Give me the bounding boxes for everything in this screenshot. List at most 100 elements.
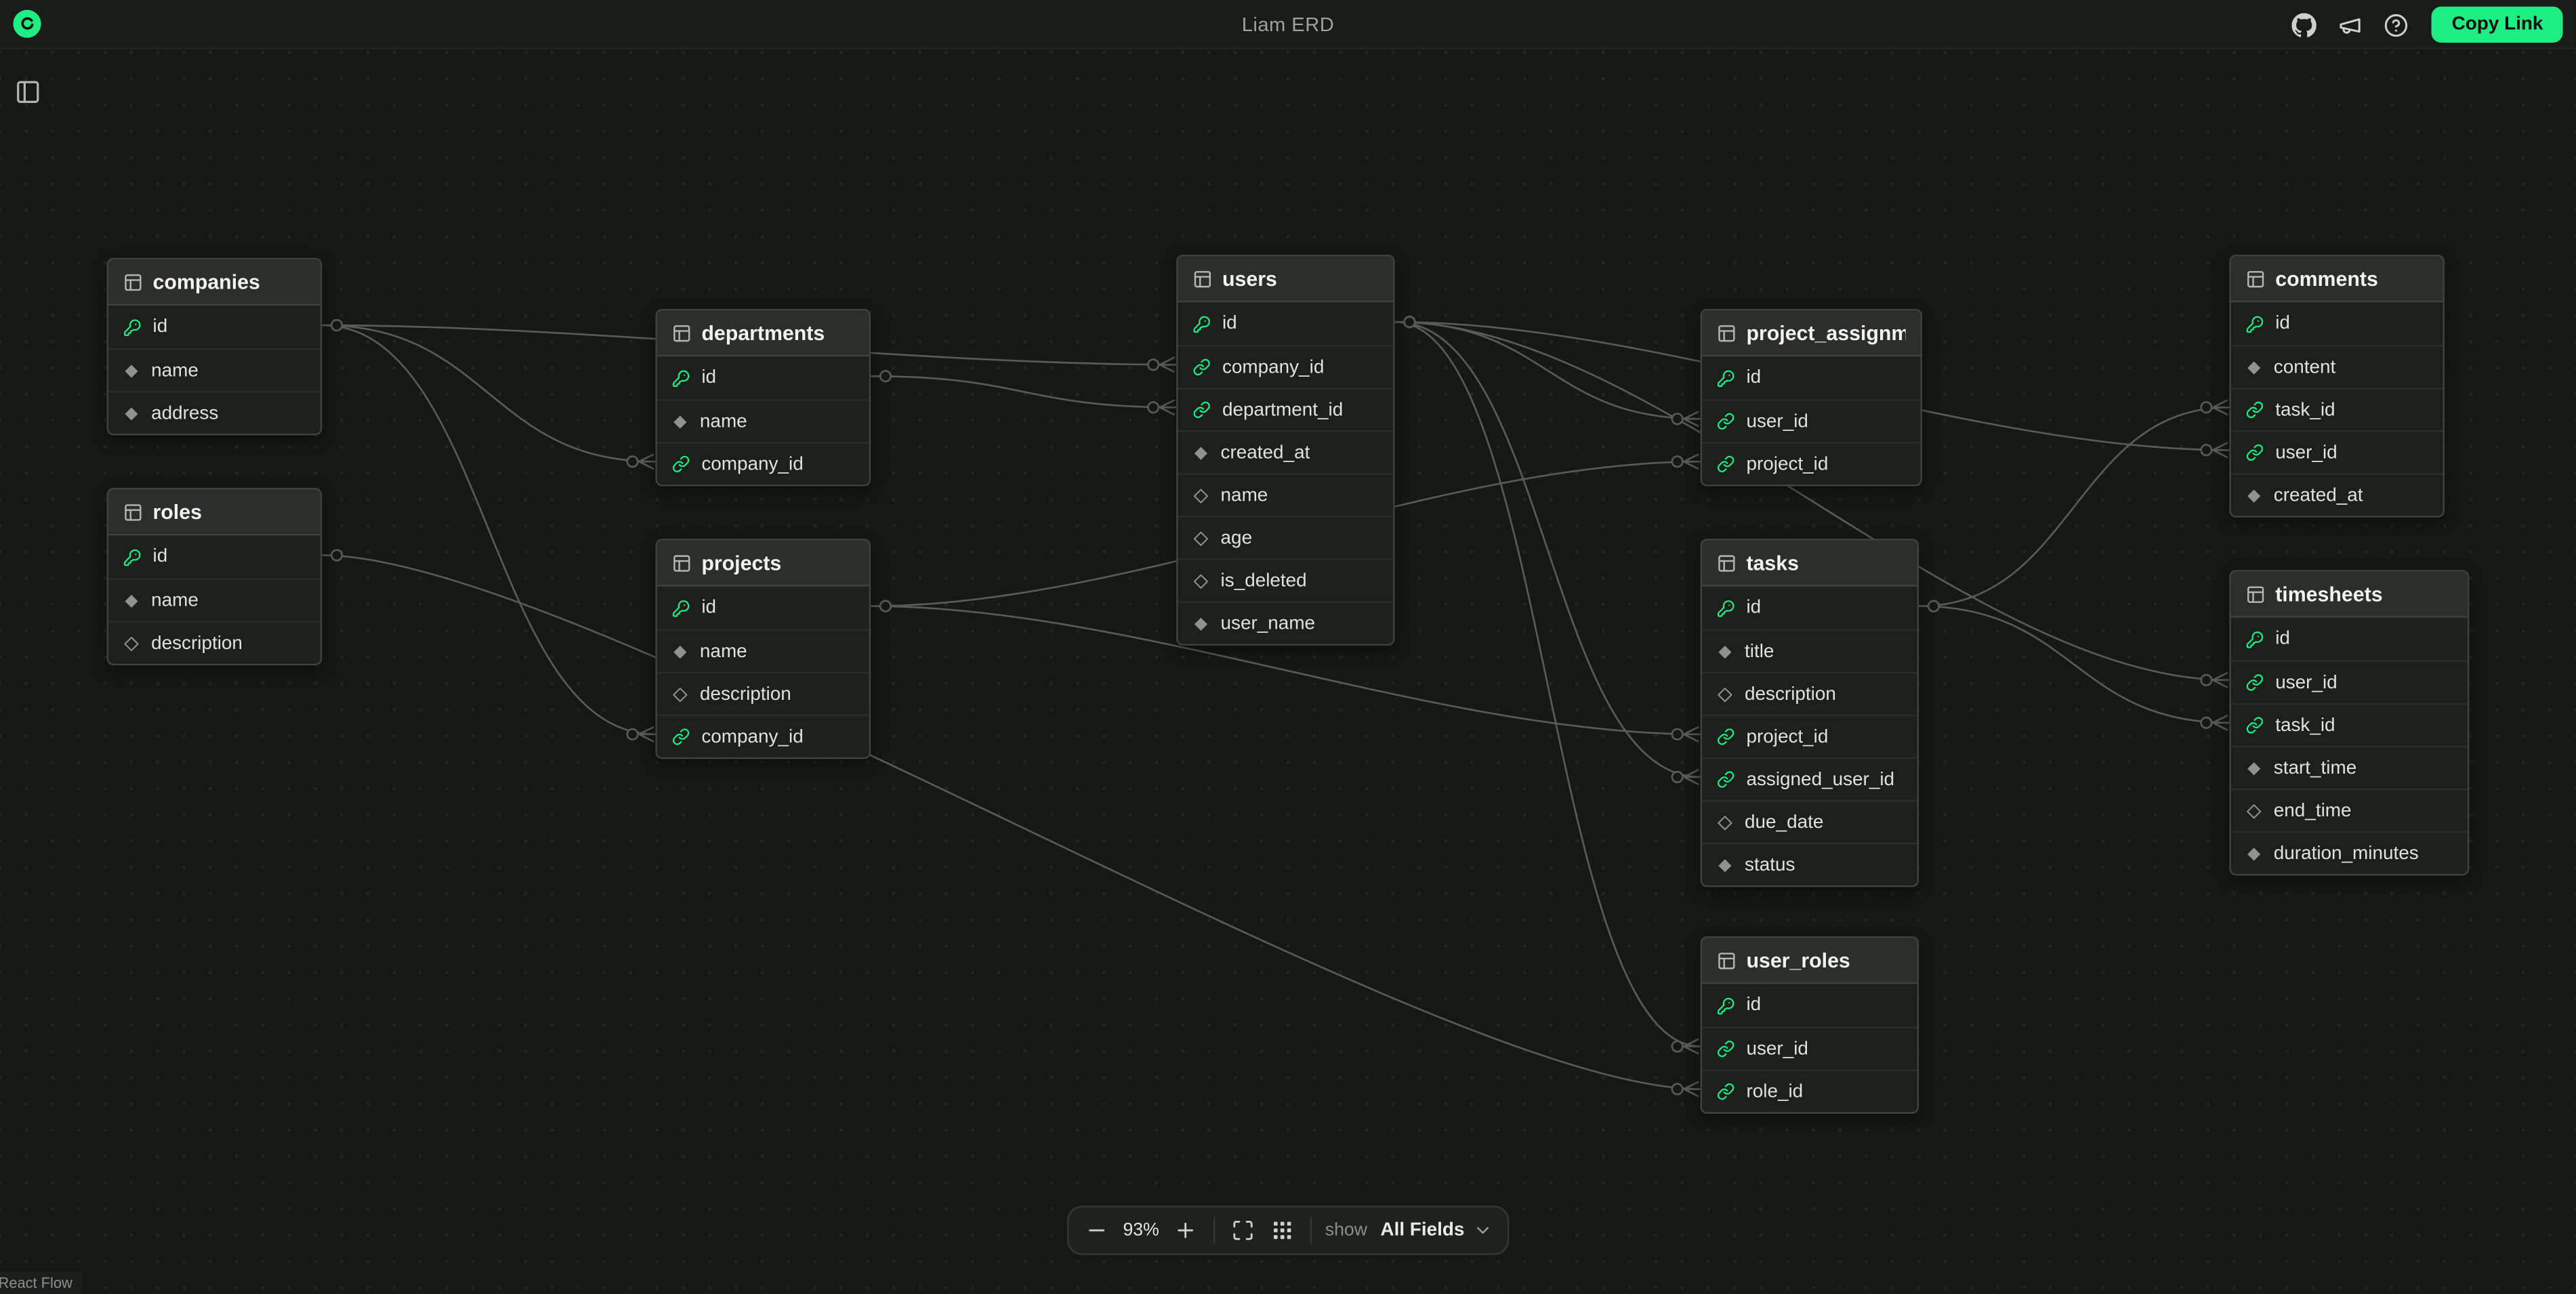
- tidy-up-button[interactable]: [1263, 1211, 1302, 1250]
- zoom-out-button[interactable]: [1077, 1211, 1117, 1250]
- column-created_at[interactable]: created_at: [2231, 473, 2443, 516]
- liam-logo-glyph: [18, 15, 37, 33]
- table-header[interactable]: roles: [108, 490, 320, 536]
- column-address[interactable]: address: [108, 391, 320, 434]
- column-id[interactable]: id: [2231, 302, 2443, 345]
- diamond-outline-icon: [1192, 530, 1209, 546]
- table-icon: [2246, 584, 2266, 604]
- column-task_id[interactable]: task_id: [2231, 703, 2468, 746]
- column-name[interactable]: name: [657, 399, 869, 442]
- table-tasks[interactable]: tasksidtitledescriptionproject_idassigne…: [1701, 539, 1919, 887]
- copy-link-button[interactable]: Copy Link: [2432, 7, 2563, 43]
- column-name: id: [701, 368, 716, 388]
- column-duration_minutes[interactable]: duration_minutes: [2231, 831, 2468, 874]
- liam-logo[interactable]: [13, 10, 41, 38]
- table-header[interactable]: timesheets: [2231, 572, 2468, 618]
- github-button[interactable]: [2284, 5, 2323, 44]
- table-departments[interactable]: departments id namecompany_id: [655, 309, 871, 486]
- column-content[interactable]: content: [2231, 345, 2443, 388]
- column-id[interactable]: id: [108, 306, 320, 348]
- table-name: users: [1222, 267, 1277, 290]
- column-user_id[interactable]: user_id: [2231, 430, 2443, 473]
- table-projects[interactable]: projects idname description company_id: [655, 539, 871, 759]
- table-header[interactable]: user_roles: [1702, 938, 1917, 984]
- column-assigned_user_id[interactable]: assigned_user_id: [1702, 757, 1917, 800]
- column-id[interactable]: id: [1178, 302, 1394, 345]
- key-icon: [1717, 997, 1735, 1015]
- column-company_id[interactable]: company_id: [657, 442, 869, 484]
- help-button[interactable]: [2376, 5, 2415, 44]
- zoom-in-button[interactable]: [1166, 1211, 1205, 1250]
- column-description[interactable]: description: [657, 672, 869, 715]
- column-name[interactable]: name: [108, 578, 320, 621]
- column-user_id[interactable]: user_id: [1702, 399, 1920, 442]
- link-icon: [2246, 673, 2264, 692]
- column-project_id[interactable]: project_id: [1702, 715, 1917, 757]
- column-name[interactable]: name: [1178, 473, 1394, 516]
- column-title[interactable]: title: [1702, 629, 1917, 672]
- table-timesheets[interactable]: timesheets iduser_idtask_idstart_timeend_…: [2229, 570, 2469, 875]
- table-comments[interactable]: commentsidcontenttask_iduser_id created_a…: [2229, 255, 2445, 518]
- column-description[interactable]: description: [1702, 672, 1917, 715]
- column-id[interactable]: id: [108, 535, 320, 578]
- app-title: Liam ERD: [1242, 12, 1334, 35]
- column-project_id[interactable]: project_id: [1702, 442, 1920, 484]
- app-header: Liam ERD Copy Link: [0, 0, 2576, 49]
- table-header[interactable]: departments: [657, 310, 869, 356]
- column-start_time[interactable]: start_time: [2231, 746, 2468, 789]
- table-roles[interactable]: rolesidnamedescription: [107, 488, 323, 665]
- fields-filter-dropdown[interactable]: All Fields: [1377, 1211, 1499, 1250]
- column-is_deleted[interactable]: is_deleted: [1178, 558, 1394, 601]
- column-name: assigned_user_id: [1746, 770, 1894, 789]
- column-company_id[interactable]: company_id: [1178, 345, 1394, 388]
- column-id[interactable]: id: [2231, 618, 2468, 661]
- release-notes-button[interactable]: [2330, 5, 2369, 44]
- column-task_id[interactable]: task_id: [2231, 388, 2443, 430]
- table-name: projects: [701, 551, 781, 574]
- column-company_id[interactable]: company_id: [657, 715, 869, 757]
- link-icon: [1192, 401, 1211, 419]
- column-department_id[interactable]: department_id: [1178, 388, 1394, 430]
- column-name[interactable]: name: [108, 348, 320, 391]
- column-name: created_at: [2274, 485, 2363, 505]
- diamond-outline-icon: [1192, 572, 1209, 589]
- table-header[interactable]: users: [1178, 256, 1394, 302]
- table-header[interactable]: projects: [657, 541, 869, 587]
- panel-toggle-button[interactable]: [8, 72, 47, 112]
- column-role_id[interactable]: role_id: [1702, 1069, 1917, 1112]
- column-id[interactable]: id: [1702, 356, 1920, 399]
- column-id[interactable]: id: [1702, 587, 1917, 629]
- table-name: timesheets: [2275, 583, 2382, 606]
- react-flow-attribution[interactable]: React Flow: [0, 1272, 82, 1294]
- fit-view-button[interactable]: [1223, 1211, 1262, 1250]
- column-user_id[interactable]: user_id: [2231, 661, 2468, 703]
- diamond-filled-icon: [123, 405, 140, 421]
- table-companies[interactable]: companiesidnameaddress: [107, 258, 323, 436]
- column-created_at[interactable]: created_at: [1178, 430, 1394, 473]
- table-header[interactable]: comments: [2231, 256, 2443, 302]
- link-icon: [1717, 770, 1735, 789]
- column-id[interactable]: id: [657, 356, 869, 399]
- table-project_assignme[interactable]: project_assignme…iduser_idproject_id: [1701, 309, 1922, 486]
- table-user_roles[interactable]: user_rolesiduser_idrole_id: [1701, 936, 1919, 1114]
- column-due_date[interactable]: due_date: [1702, 800, 1917, 843]
- column-user_name[interactable]: user_name: [1178, 601, 1394, 644]
- zoom-level: 93%: [1117, 1221, 1166, 1240]
- table-header[interactable]: project_assignme…: [1702, 310, 1920, 356]
- table-header[interactable]: tasks: [1702, 541, 1917, 587]
- table-icon: [1192, 268, 1212, 288]
- column-name[interactable]: name: [657, 629, 869, 672]
- column-id[interactable]: id: [657, 587, 869, 629]
- column-description[interactable]: description: [108, 621, 320, 664]
- column-age[interactable]: age: [1178, 516, 1394, 558]
- column-user_id[interactable]: user_id: [1702, 1026, 1917, 1069]
- key-icon: [1717, 599, 1735, 617]
- diamond-filled-icon: [672, 643, 688, 659]
- table-header[interactable]: companies: [108, 259, 320, 306]
- column-id[interactable]: id: [1702, 984, 1917, 1026]
- column-status[interactable]: status: [1702, 843, 1917, 885]
- column-name: description: [700, 684, 791, 704]
- column-end_time[interactable]: end_time: [2231, 789, 2468, 831]
- table-users[interactable]: users idcompany_iddepartment_idcreated_at…: [1176, 255, 1394, 646]
- erd-stage: companiesidnameaddressrolesidnamedescrip…: [0, 0, 2576, 1294]
